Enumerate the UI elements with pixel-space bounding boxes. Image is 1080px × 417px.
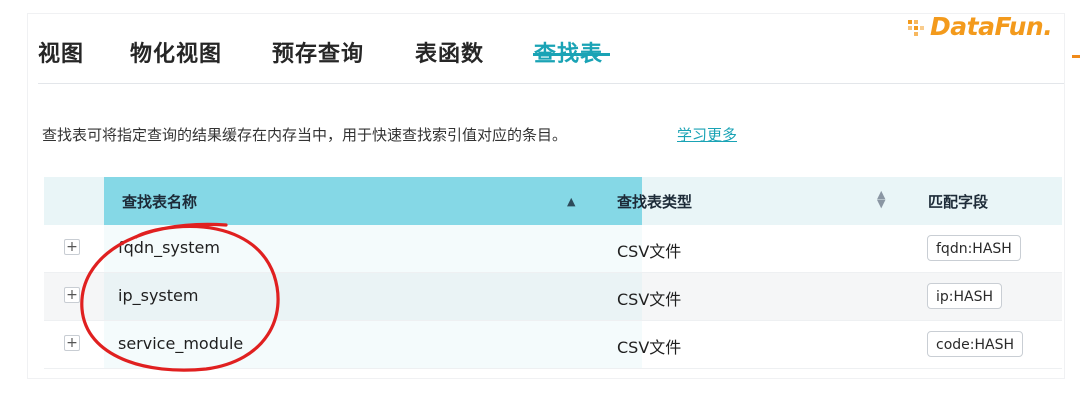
expand-row-icon[interactable]: + [64,287,80,303]
page-description: 查找表可将指定查询的结果缓存在内存当中，用于快速查找索引值对应的条目。 [42,126,568,144]
learn-more-link[interactable]: 学习更多 [677,124,737,145]
active-tab-indicator [533,53,610,56]
table-row[interactable]: + service_module CSV文件 code:HASH [44,321,1062,369]
lookup-table-type: CSV文件 [617,242,682,261]
tab-view[interactable]: 视图 [38,36,84,68]
lookup-table-name: ip_system [118,286,199,305]
column-header-field[interactable]: 匹配字段 [928,191,988,212]
logo-text: DataFun. [930,12,1053,41]
tab-materialized-view[interactable]: 物化视图 [130,36,222,68]
logo-dots-icon [908,20,924,36]
lookup-table-type: CSV文件 [617,338,682,357]
edge-mark [1072,55,1080,58]
table-row[interactable]: + ip_system CSV文件 ip:HASH [44,273,1062,321]
lookup-table: 查找表名称 ▲ 查找表类型 ▲ ▼ 匹配字段 + fqdn_system CSV文… [44,177,1062,369]
column-header-type[interactable]: 查找表类型 [617,191,692,212]
match-field-tag: fqdn:HASH [927,235,1021,261]
table-header: 查找表名称 ▲ 查找表类型 ▲ ▼ 匹配字段 [44,177,1062,225]
table-row[interactable]: + fqdn_system CSV文件 fqdn:HASH [44,225,1062,273]
datafun-logo: DataFun. [906,8,1053,48]
sort-ascending-icon[interactable]: ▲ [567,195,575,208]
column-header-name[interactable]: 查找表名称 [122,191,197,212]
lookup-table-name: service_module [118,334,244,353]
lookup-table-type: CSV文件 [617,290,682,309]
match-field-tag: ip:HASH [927,283,1003,309]
sort-toggle-icon[interactable]: ▲ ▼ [877,189,885,209]
tab-lookup-table[interactable]: 查找表 [534,36,603,68]
lookup-table-name: fqdn_system [118,238,220,257]
lookup-table-page: 视图 物化视图 预存查询 表函数 查找表 DataFun. 查找表可将指定查询的… [0,0,1080,417]
match-field-tag: code:HASH [927,331,1023,357]
tab-saved-query[interactable]: 预存查询 [272,36,364,68]
expand-row-icon[interactable]: + [64,335,80,351]
tab-table-function[interactable]: 表函数 [415,36,484,68]
expand-row-icon[interactable]: + [64,239,80,255]
